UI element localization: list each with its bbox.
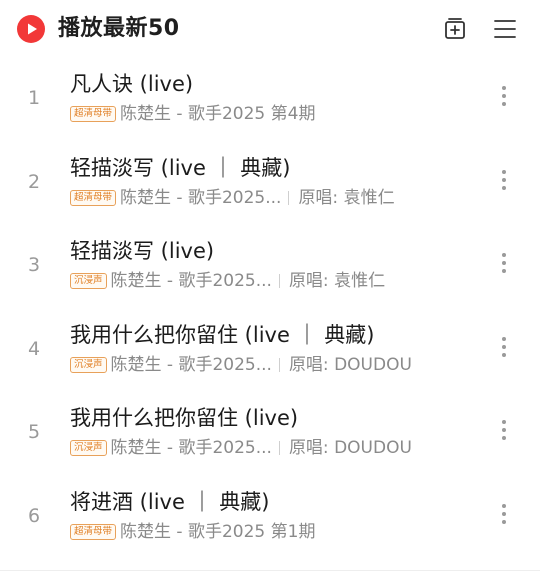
song-row[interactable]: 3 轻描淡写 (live) 沉浸声 陈楚生 - 歌手2025... 原唱: 袁惟… — [0, 225, 540, 309]
rank-number: 2 — [27, 170, 41, 193]
divider — [0, 570, 540, 571]
more-options-icon[interactable] — [492, 416, 516, 452]
menu-lines-icon[interactable] — [493, 17, 517, 41]
original-singer: 原唱: 袁惟仁 — [298, 187, 395, 208]
quality-badge: 超清母带 — [70, 189, 117, 206]
more-options-icon[interactable] — [492, 166, 516, 202]
song-row[interactable]: 4 我用什么把你留住 (live ｜ 典藏) 沉浸声 陈楚生 - 歌手2025.… — [0, 309, 540, 393]
quality-badge: 超清母带 — [70, 106, 117, 122]
play-circle-icon[interactable] — [17, 15, 45, 43]
rank-number: 6 — [27, 504, 41, 527]
rank-number: 4 — [27, 337, 41, 360]
more-options-icon[interactable] — [492, 500, 516, 536]
song-title[interactable]: 凡人诀 (live) — [70, 68, 193, 100]
rank-number: 3 — [27, 254, 41, 276]
song-title[interactable]: 轻描淡写 (live ｜ 典藏) — [70, 152, 290, 184]
artist-album[interactable]: 陈楚生 - 歌手2025... — [111, 353, 272, 377]
quality-badge: 沉浸声 — [70, 273, 107, 289]
song-row[interactable]: 1 凡人诀 (live) 超清母带 陈楚生 - 歌手2025 第4期 — [0, 58, 540, 142]
divider — [278, 274, 280, 288]
artist-album[interactable]: 陈楚生 - 歌手2025... — [111, 269, 272, 293]
more-options-icon[interactable] — [492, 333, 516, 369]
original-singer: 原唱: DOUDOU — [288, 354, 412, 375]
song-meta: 超清母带 陈楚生 - 歌手2025 第4期 — [70, 102, 315, 126]
divider — [278, 441, 280, 455]
artist-album[interactable]: 陈楚生 - 歌手2025 第1期 — [120, 520, 315, 544]
rank-number: 1 — [27, 87, 41, 109]
song-list: 1 凡人诀 (live) 超清母带 陈楚生 - 歌手2025 第4期 2 轻描淡… — [0, 58, 540, 559]
original-singer: 原唱: DOUDOU — [288, 438, 412, 458]
artist-album[interactable]: 陈楚生 - 歌手2025... — [120, 186, 281, 210]
header: 播放最新50 — [0, 0, 540, 58]
song-row[interactable]: 6 将进酒 (live ｜ 典藏) 超清母带 陈楚生 - 歌手2025 第1期 — [0, 476, 540, 560]
song-meta: 超清母带 陈楚生 - 歌手2025... 原唱: 袁惟仁 — [70, 186, 395, 210]
song-row[interactable]: 2 轻描淡写 (live ｜ 典藏) 超清母带 陈楚生 - 歌手2025... … — [0, 142, 540, 226]
song-row[interactable]: 5 我用什么把你留住 (live) 沉浸声 陈楚生 - 歌手2025... 原唱… — [0, 392, 540, 476]
original-singer: 原唱: 袁惟仁 — [288, 271, 386, 291]
quality-badge: 沉浸声 — [70, 440, 107, 456]
divider — [288, 190, 290, 205]
quality-badge: 沉浸声 — [70, 356, 107, 373]
song-title[interactable]: 我用什么把你留住 (live) — [70, 402, 298, 434]
song-title[interactable]: 我用什么把你留住 (live ｜ 典藏) — [70, 319, 374, 351]
artist-album[interactable]: 陈楚生 - 歌手2025 第4期 — [120, 102, 315, 126]
song-meta: 超清母带 陈楚生 - 歌手2025 第1期 — [70, 520, 315, 544]
rank-number: 5 — [27, 421, 41, 443]
song-meta: 沉浸声 陈楚生 - 歌手2025... 原唱: DOUDOU — [70, 436, 412, 460]
quality-badge: 超清母带 — [70, 523, 117, 540]
song-title[interactable]: 将进酒 (live ｜ 典藏) — [70, 486, 269, 518]
artist-album[interactable]: 陈楚生 - 歌手2025... — [111, 436, 272, 460]
more-options-icon[interactable] — [492, 82, 516, 118]
add-to-playlist-icon[interactable] — [443, 17, 467, 41]
song-meta: 沉浸声 陈楚生 - 歌手2025... 原唱: 袁惟仁 — [70, 269, 385, 293]
page-title: 播放最新50 — [58, 16, 180, 41]
song-meta: 沉浸声 陈楚生 - 歌手2025... 原唱: DOUDOU — [70, 353, 412, 377]
more-options-icon[interactable] — [492, 249, 516, 285]
song-title[interactable]: 轻描淡写 (live) — [70, 235, 214, 267]
divider — [278, 357, 280, 372]
